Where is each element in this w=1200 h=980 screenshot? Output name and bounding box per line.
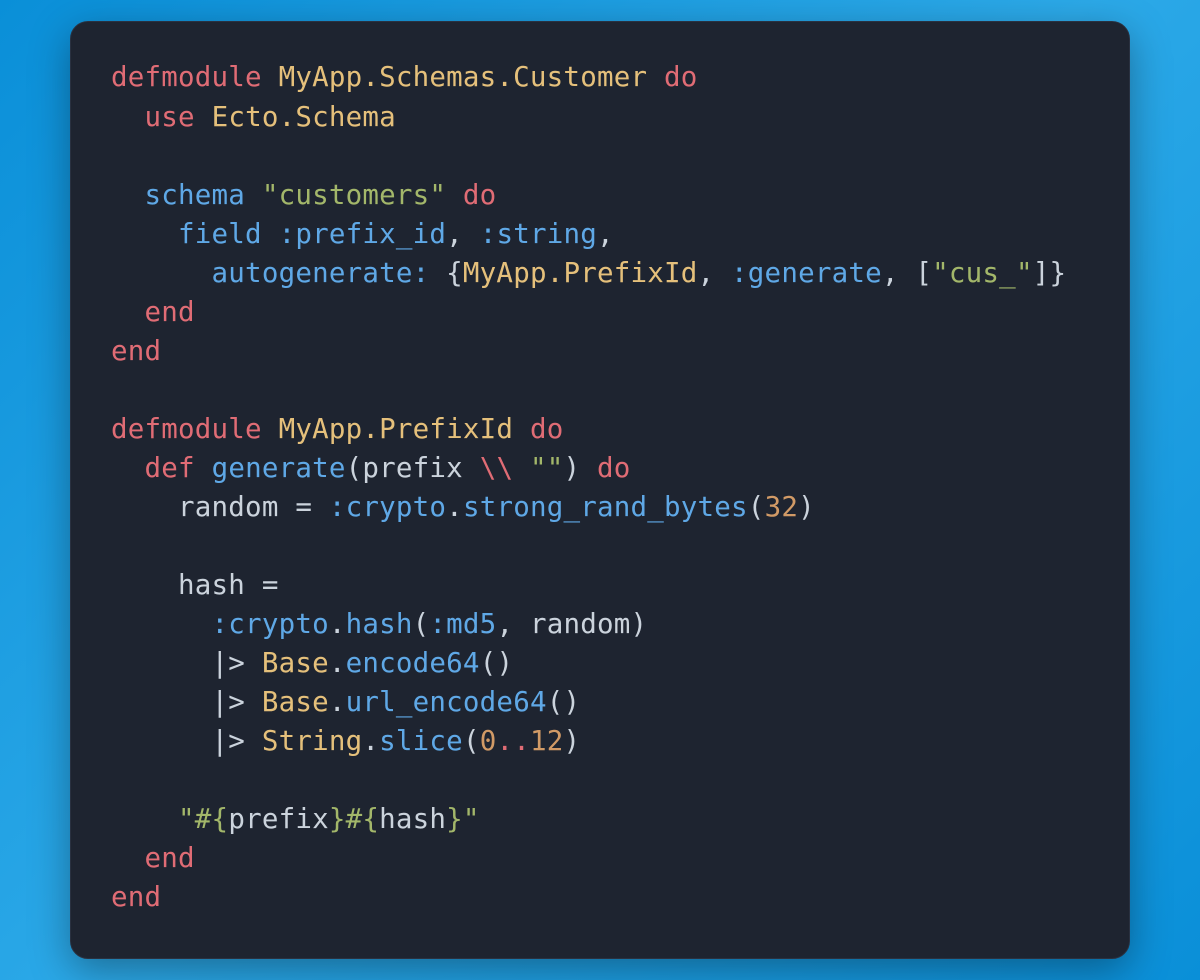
- punct-lparen: (: [346, 452, 363, 484]
- fn-field: field: [178, 218, 262, 250]
- punct-comma: ,: [597, 218, 614, 250]
- fn-slice: slice: [379, 725, 463, 757]
- op-pipe: |>: [212, 647, 246, 679]
- punct-dot: .: [362, 725, 379, 757]
- module-customer: MyApp.Schemas.Customer: [279, 61, 648, 93]
- var-random: random: [178, 491, 279, 523]
- atom-md5: :md5: [429, 608, 496, 640]
- string-interp-close: }": [446, 803, 480, 835]
- var-random: random: [530, 608, 631, 640]
- module-string: String: [262, 725, 363, 757]
- punct-rbracket: ]: [1033, 257, 1050, 289]
- op-pipe: |>: [212, 725, 246, 757]
- var-hash: hash: [178, 569, 245, 601]
- atom-generate: :generate: [731, 257, 882, 289]
- code-block: defmodule MyApp.Schemas.Customer do use …: [111, 58, 1089, 917]
- module-ecto-schema: Ecto.Schema: [212, 101, 396, 133]
- var-prefix: prefix: [362, 452, 463, 484]
- var-hash: hash: [379, 803, 446, 835]
- module-base: Base: [262, 647, 329, 679]
- keyword-def: def: [145, 452, 195, 484]
- keyword-defmodule: defmodule: [111, 413, 262, 445]
- punct-range: ..: [496, 725, 530, 757]
- punct-lbracket: [: [915, 257, 932, 289]
- fn-encode64: encode64: [346, 647, 480, 679]
- atom-string: :string: [480, 218, 597, 250]
- punct-rparen: ): [631, 608, 648, 640]
- string-empty: "": [530, 452, 564, 484]
- punct-dot: .: [446, 491, 463, 523]
- var-prefix: prefix: [228, 803, 329, 835]
- atom-crypto: :crypto: [212, 608, 329, 640]
- string-customers: "customers": [262, 179, 446, 211]
- num-12: 12: [530, 725, 564, 757]
- punct-lparen: (: [547, 686, 564, 718]
- op-pipe: |>: [212, 686, 246, 718]
- keyword-do: do: [463, 179, 497, 211]
- num-0: 0: [480, 725, 497, 757]
- fn-schema: schema: [145, 179, 246, 211]
- atom-crypto: :crypto: [329, 491, 446, 523]
- punct-lbrace: {: [446, 257, 463, 289]
- punct-dot: .: [329, 686, 346, 718]
- op-default: \\: [480, 452, 514, 484]
- punct-lparen: (: [480, 647, 497, 679]
- punct-lparen: (: [748, 491, 765, 523]
- keyword-do: do: [530, 413, 564, 445]
- punct-lparen: (: [463, 725, 480, 757]
- code-card: defmodule MyApp.Schemas.Customer do use …: [70, 21, 1130, 958]
- keyword-do: do: [597, 452, 631, 484]
- module-prefixid: MyApp.PrefixId: [463, 257, 698, 289]
- op-eq: =: [262, 569, 279, 601]
- punct-rparen: ): [798, 491, 815, 523]
- punct-comma: ,: [446, 218, 463, 250]
- punct-comma: ,: [882, 257, 899, 289]
- punct-rbrace: }: [1049, 257, 1066, 289]
- fn-generate: generate: [212, 452, 346, 484]
- atom-prefix-id: :prefix_id: [279, 218, 447, 250]
- punct-rparen: ): [563, 686, 580, 718]
- keyword-end: end: [111, 335, 161, 367]
- fn-url-encode64: url_encode64: [346, 686, 547, 718]
- punct-comma: ,: [698, 257, 715, 289]
- string-interp-open: "#{: [178, 803, 228, 835]
- keyword-end: end: [145, 842, 195, 874]
- keyword-end: end: [145, 296, 195, 328]
- fn-hash: hash: [346, 608, 413, 640]
- keyword-do: do: [664, 61, 698, 93]
- punct-rparen: ): [496, 647, 513, 679]
- module-prefixid: MyApp.PrefixId: [279, 413, 514, 445]
- string-cus: "cus_": [932, 257, 1033, 289]
- module-base: Base: [262, 686, 329, 718]
- num-32: 32: [765, 491, 799, 523]
- punct-rparen: ): [564, 725, 581, 757]
- op-eq: =: [295, 491, 312, 523]
- key-autogenerate: autogenerate:: [212, 257, 430, 289]
- keyword-end: end: [111, 881, 161, 913]
- string-interp-mid: }#{: [329, 803, 379, 835]
- punct-comma: ,: [496, 608, 513, 640]
- punct-dot: .: [329, 608, 346, 640]
- keyword-defmodule: defmodule: [111, 61, 262, 93]
- fn-strong-rand-bytes: strong_rand_bytes: [463, 491, 748, 523]
- punct-lparen: (: [413, 608, 430, 640]
- keyword-use: use: [145, 101, 195, 133]
- punct-dot: .: [329, 647, 346, 679]
- punct-rparen: ): [564, 452, 581, 484]
